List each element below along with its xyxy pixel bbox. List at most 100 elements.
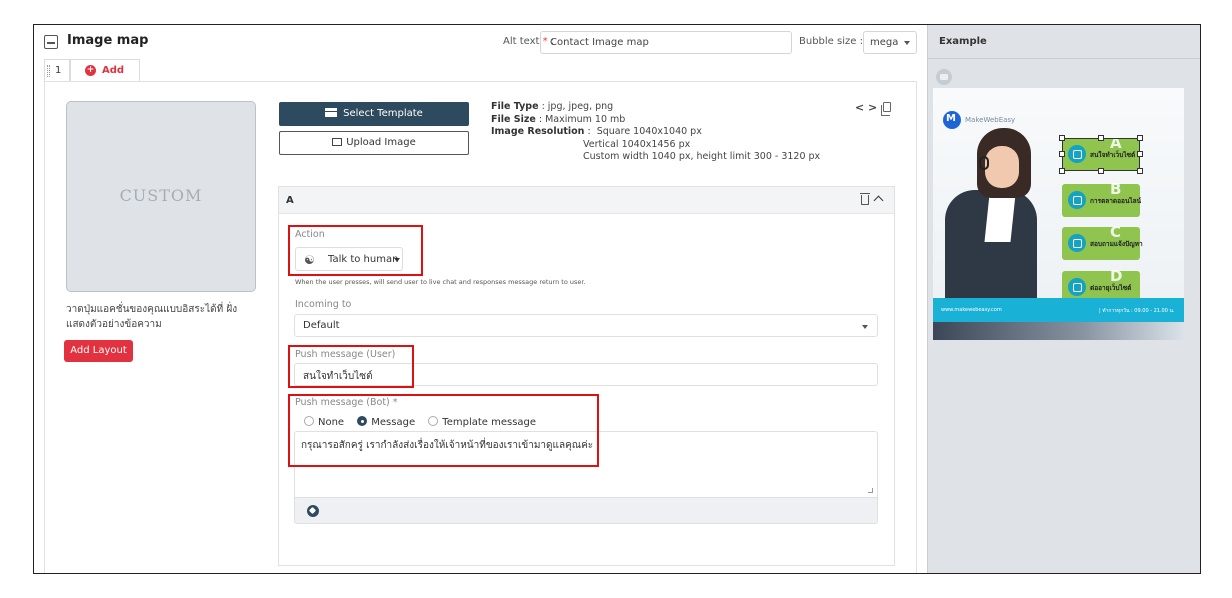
editor-pane: Image map Alt text * : Contact Image map…: [34, 25, 927, 573]
resize-handle[interactable]: [1137, 168, 1143, 174]
select-template-label: Select Template: [343, 108, 423, 119]
upload-image-label: Upload Image: [346, 137, 416, 148]
radio-template-label: Template message: [442, 417, 537, 428]
radio-message-label: Message: [371, 417, 416, 428]
area-b-letter: B: [1110, 180, 1122, 198]
resolution-square: Square 1040x1040 px: [596, 126, 702, 137]
footer-hours: | ทำการทุกวัน : 09.00 - 21.00 น.: [1099, 308, 1175, 314]
area-card-a: A Action ☯ Talk to human When the user p…: [278, 186, 895, 566]
header: Image map Alt text * : Contact Image map…: [34, 25, 927, 59]
file-type-label: File Type: [491, 101, 539, 112]
area-c-letter: C: [1110, 223, 1122, 241]
file-type-value: jpg, jpeg, png: [547, 101, 614, 112]
resize-handle[interactable]: [1059, 135, 1065, 141]
incoming-label: Incoming to: [295, 299, 352, 310]
brand-name: MakeWebEasy: [965, 116, 1016, 124]
resolution-vertical: Vertical 1040x1456 px: [583, 138, 691, 150]
area-d-letter: D: [1110, 267, 1123, 285]
resolution-label: Image Resolution: [491, 126, 585, 137]
push-bot-label: Push message (Bot) *: [295, 397, 398, 408]
resize-handle[interactable]: [1059, 151, 1065, 157]
push-user-label: Push message (User): [295, 349, 396, 360]
renew-icon: [1068, 278, 1086, 296]
custom-placeholder: CUSTOM: [119, 186, 203, 205]
incoming-select[interactable]: Default: [294, 314, 878, 337]
agent-face: [985, 146, 1019, 188]
resolution-custom: Custom width 1040 px, height limit 300 -…: [583, 151, 821, 162]
copy-icon[interactable]: [881, 102, 891, 116]
upload-image-button[interactable]: Upload Image: [279, 131, 469, 155]
image-map-editor: Image map Alt text * : Contact Image map…: [33, 24, 1201, 574]
image-map-icon: [44, 35, 58, 49]
image-map-preview[interactable]: MakeWebEasy สนใจทำเว็บไซต์ A: [933, 88, 1184, 340]
incoming-value: Default: [303, 320, 340, 331]
add-tab-label: Add: [102, 65, 125, 76]
caret-down-icon: [394, 258, 400, 262]
add-layout-button[interactable]: Add Layout: [64, 340, 133, 362]
resize-handle[interactable]: [1059, 168, 1065, 174]
bot-message-text: กรุณารอสักครู่ เรากำลังส่งเรื่องให้เจ้าห…: [301, 440, 594, 451]
preview-area-b[interactable]: การตลาดออนไลน์ B: [1062, 180, 1141, 217]
alt-text-label-text: Alt text: [503, 36, 540, 47]
resize-handle[interactable]: [1098, 135, 1104, 141]
headset-icon: [979, 156, 989, 170]
plus-circle-icon: +: [85, 65, 96, 76]
action-note: When the user presses, will send user to…: [295, 278, 586, 286]
tab-number: 1: [55, 65, 62, 76]
bubble-size-value: mega: [870, 37, 899, 48]
radio-template[interactable]: [428, 416, 439, 426]
file-requirements: File Type : jpg, jpeg, png File Size : M…: [491, 101, 821, 162]
footer-website: www.makewebeasy.com: [941, 307, 1002, 313]
template-icon: [325, 108, 338, 117]
select-template-button[interactable]: Select Template: [279, 102, 469, 126]
action-label: Action: [295, 229, 325, 240]
agent-shirt: [984, 194, 1016, 242]
bot-message-textarea[interactable]: กรุณารอสักครู่ เรากำลังส่งเรื่องให้เจ้าห…: [294, 431, 878, 498]
bot-avatar-icon: [936, 69, 952, 85]
chevron-up-icon[interactable]: [873, 195, 884, 206]
preview-area-c[interactable]: สอบถามแจ้งปัญหา C: [1062, 223, 1143, 260]
textarea-toolbar: [294, 498, 878, 524]
example-pane: Example MakeWebEasy สนใจทำเว็บไซต์ A: [927, 25, 1200, 573]
bot-message-type: None Message Template message: [304, 416, 546, 428]
resize-handle-icon[interactable]: [868, 488, 873, 493]
tab-1[interactable]: 1: [44, 59, 70, 81]
warning-icon: [1068, 234, 1086, 252]
caret-down-icon: [862, 325, 868, 329]
brand-logo-icon: [943, 111, 961, 129]
add-tab-button[interactable]: + Add: [70, 59, 140, 81]
megaphone-icon: [1068, 191, 1086, 209]
preview-footer-band: www.makewebeasy.com | ทำการทุกวัน : 09.0…: [933, 298, 1184, 322]
preview-bottom-strip: [933, 322, 1184, 340]
trash-icon[interactable]: [860, 193, 870, 205]
drag-handle-icon[interactable]: [47, 65, 50, 77]
editor-panel: CUSTOM วาดปุ่มแอคชั่นของคุณแบบอิสระได้ที…: [44, 81, 917, 573]
caret-down-icon: [904, 41, 910, 45]
custom-layout-preview[interactable]: CUSTOM: [66, 101, 256, 292]
bubble-size-select[interactable]: mega: [863, 31, 917, 54]
action-value: Talk to human: [328, 254, 399, 265]
image-icon: [332, 138, 343, 146]
resize-handle[interactable]: [1098, 168, 1104, 174]
resize-handle[interactable]: [1137, 151, 1143, 157]
radio-message[interactable]: [357, 416, 368, 426]
action-dropdown[interactable]: ☯ Talk to human: [295, 247, 403, 271]
page-title: Image map: [67, 33, 149, 48]
tag-icon[interactable]: [307, 505, 319, 517]
layout-hint: วาดปุ่มแอคชั่นของคุณแบบอิสระได้ที่ ฝั่งแ…: [66, 304, 238, 330]
radio-none-label: None: [318, 417, 345, 428]
area-letter: A: [286, 195, 294, 206]
file-size-value: Maximum 10 mb: [545, 113, 626, 125]
selection-frame[interactable]: [1062, 138, 1140, 171]
code-icon[interactable]: < >: [855, 101, 877, 114]
divider: [928, 58, 1200, 59]
example-title: Example: [939, 36, 987, 47]
agent-photo: [939, 128, 1037, 302]
resize-handle[interactable]: [1137, 135, 1143, 141]
alt-text-input[interactable]: Contact Image map: [540, 31, 792, 54]
bubble-size-label: Bubble size :: [799, 36, 863, 47]
radio-none[interactable]: [304, 416, 314, 426]
file-size-label: File Size: [491, 113, 536, 125]
push-user-input[interactable]: สนใจทำเว็บไซต์: [294, 363, 878, 386]
area-card-header[interactable]: A: [279, 187, 894, 214]
